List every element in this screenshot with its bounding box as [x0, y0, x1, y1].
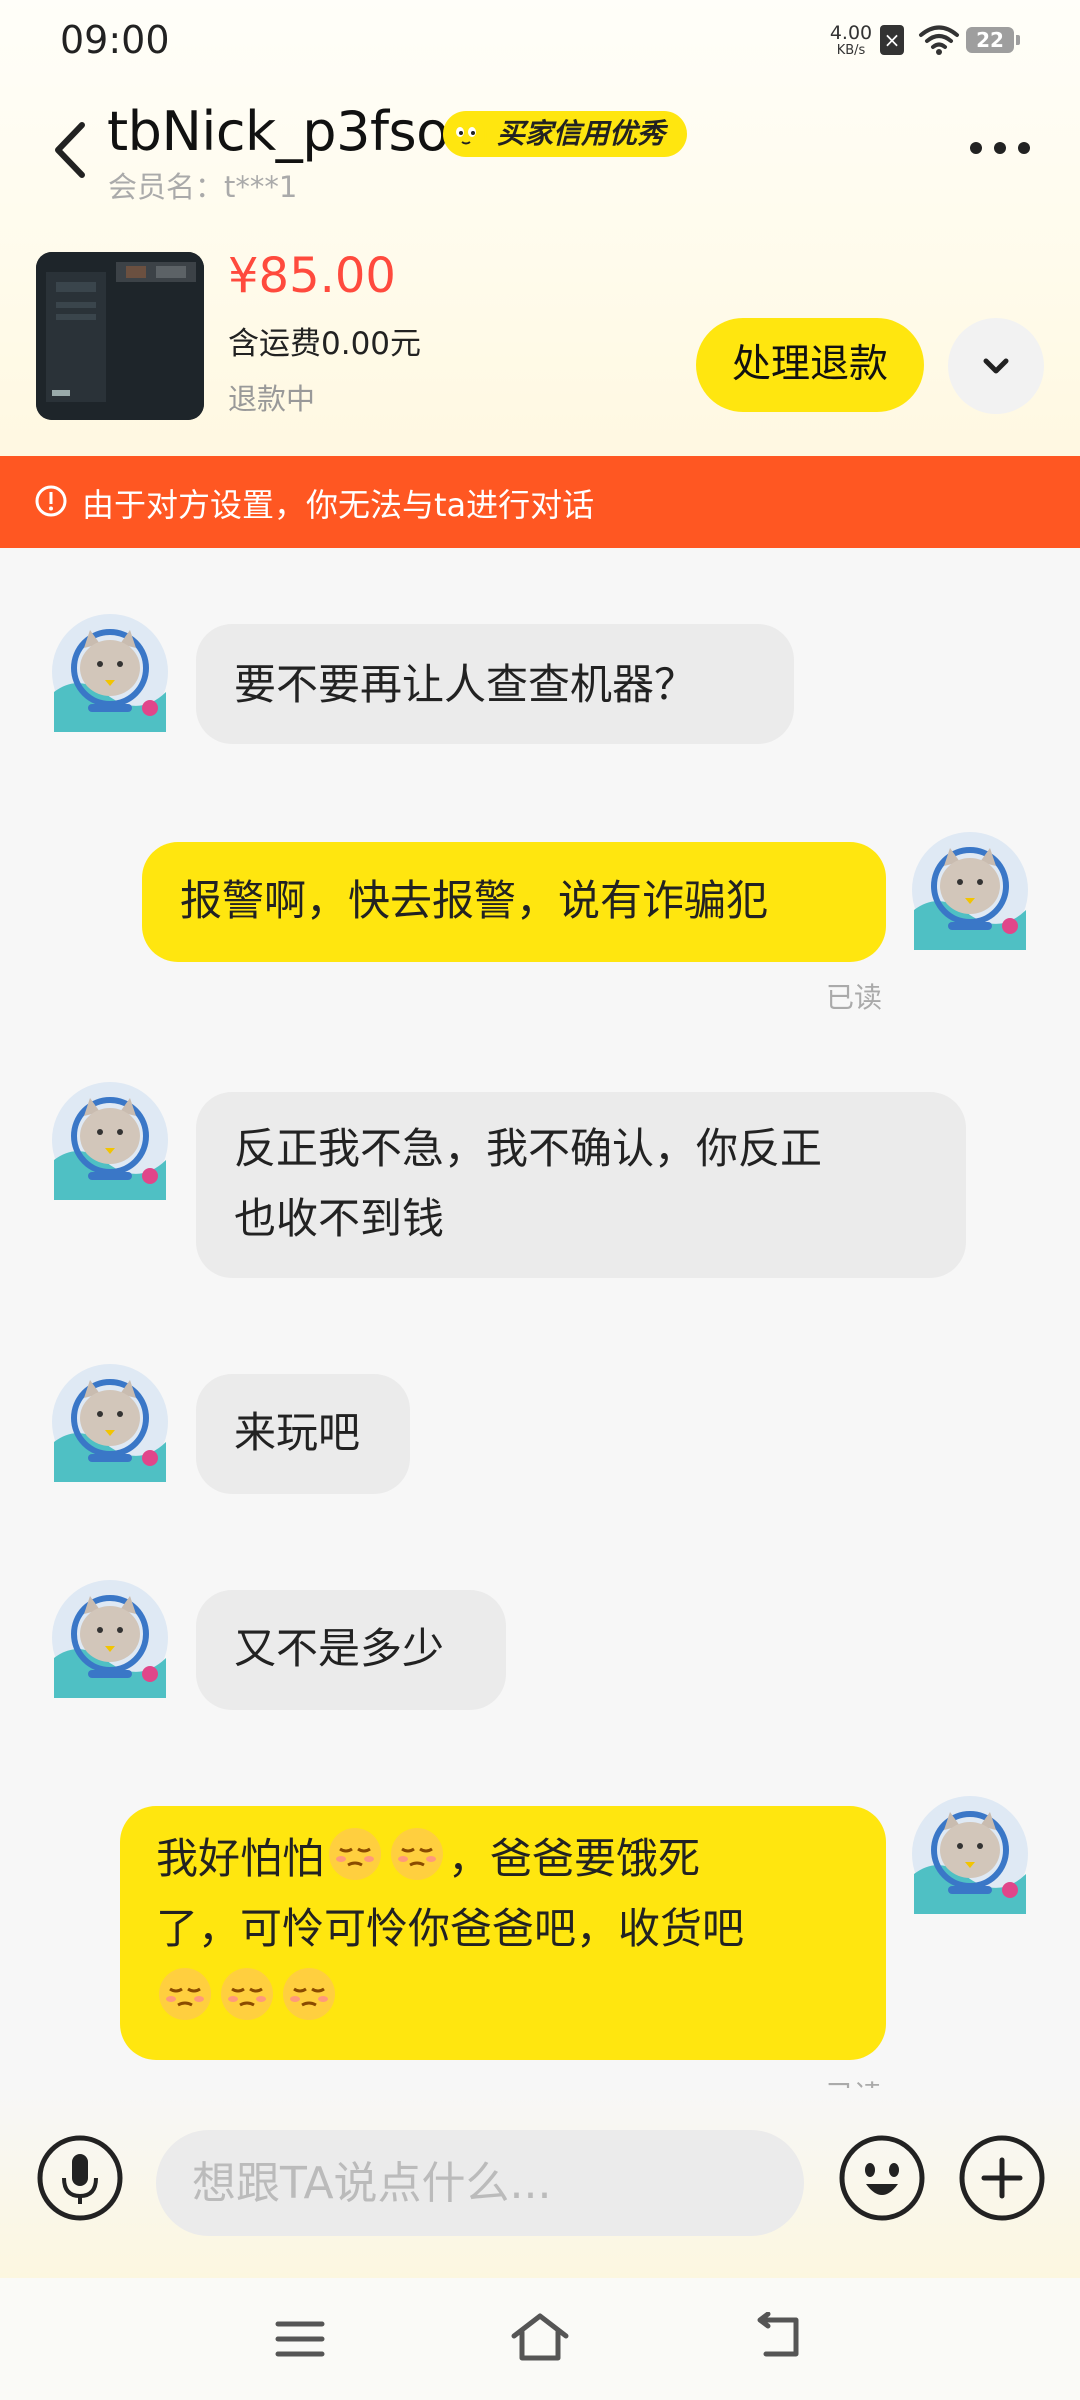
- warning-banner: 由于对方设置，你无法与ta进行对话: [0, 456, 1080, 548]
- message-text: ，爸爸要饿死: [448, 1834, 701, 1883]
- wifi-icon: [919, 25, 959, 55]
- network-speed-unit: KB/s: [836, 43, 866, 58]
- contact-avatar[interactable]: [50, 1080, 170, 1200]
- product-price: ¥85.00: [228, 248, 396, 304]
- shipping-fee: 含运费0.00元: [228, 326, 422, 362]
- refund-status: 退款中: [228, 382, 316, 416]
- microphone-icon: [37, 2135, 123, 2221]
- credit-badge: 买家信用优秀: [443, 111, 688, 157]
- message-text-line: 反正我不急，我不确认，你反正: [234, 1124, 823, 1173]
- message-text: 来玩吧: [234, 1408, 361, 1457]
- message-bubble-incoming[interactable]: 反正我不急，我不确认，你反正 也收不到钱: [196, 1092, 966, 1278]
- status-time: 09:00: [60, 18, 170, 62]
- back-nav-icon[interactable]: [752, 2312, 808, 2362]
- mascot-icon: [445, 113, 487, 155]
- emoji-button[interactable]: [838, 2134, 926, 2222]
- network-speed-value: 4.00: [829, 22, 873, 44]
- contact-avatar[interactable]: [50, 612, 170, 732]
- warning-icon: [35, 485, 67, 517]
- page-title: tbNick_p3fso: [107, 100, 449, 163]
- smiley-icon: [839, 2135, 925, 2221]
- relieved-face-emoji-icon: [391, 1828, 444, 1880]
- product-image: [36, 252, 204, 420]
- message-input[interactable]: [156, 2130, 804, 2236]
- message-text: 又不是多少: [234, 1624, 445, 1673]
- input-bar: [0, 2088, 1080, 2278]
- my-avatar[interactable]: [910, 830, 1030, 950]
- more-actions-button[interactable]: [958, 2134, 1046, 2222]
- message-bubble-outgoing[interactable]: 报警啊，快去报警，说有诈骗犯: [142, 842, 886, 962]
- my-avatar[interactable]: [910, 1794, 1030, 1914]
- network-speed: 4.00 KB/s: [826, 22, 876, 58]
- message-text: 报警啊，快去报警，说有诈骗犯: [180, 876, 769, 925]
- message-text: 我好怕怕: [156, 1834, 325, 1883]
- contact-avatar[interactable]: [50, 1578, 170, 1698]
- message-bubble-incoming[interactable]: 要不要再让人查查机器？: [196, 624, 794, 744]
- chevron-down-icon: [983, 358, 1009, 374]
- contact-avatar[interactable]: [50, 1362, 170, 1482]
- message-bubble-incoming[interactable]: 来玩吧: [196, 1374, 410, 1494]
- message-text-line: [156, 1964, 850, 2034]
- plus-icon: [959, 2135, 1045, 2221]
- back-button[interactable]: [46, 115, 96, 185]
- battery-icon: 22: [966, 27, 1020, 53]
- message-text-line: 也收不到钱: [234, 1194, 445, 1243]
- read-receipt: 已读: [826, 2074, 882, 2088]
- relieved-face-emoji-icon: [159, 1968, 211, 2020]
- home-icon[interactable]: [508, 2310, 572, 2364]
- more-button[interactable]: [966, 128, 1034, 168]
- relieved-face-emoji-icon: [283, 1968, 335, 2020]
- menu-icon[interactable]: [272, 2316, 328, 2362]
- relieved-face-emoji-icon: [221, 1968, 273, 2020]
- message-bubble-outgoing[interactable]: 我好怕怕 ，爸爸要饿死 了，可怜可怜你爸爸吧，收货吧: [120, 1806, 886, 2060]
- message-bubble-incoming[interactable]: 又不是多少: [196, 1590, 506, 1710]
- relieved-face-emoji-icon: [329, 1828, 382, 1880]
- product-thumbnail[interactable]: [36, 252, 204, 420]
- back-icon: [55, 122, 85, 178]
- warning-text: 由于对方设置，你无法与ta进行对话: [82, 486, 595, 524]
- message-text: 要不要再让人查查机器？: [234, 660, 697, 709]
- message-text-line: 了，可怜可怜你爸爸吧，收货吧: [156, 1904, 745, 1953]
- process-refund-button[interactable]: 处理退款: [696, 318, 924, 412]
- expand-order-button[interactable]: [948, 318, 1044, 414]
- chat-area[interactable]: 要不要再让人查查机器？ 报警啊，快去报警，说有诈骗犯 已读 反正我不急，我不确认…: [0, 548, 1080, 2088]
- member-name: 会员名：t***1: [108, 170, 298, 204]
- status-bar: 09:00 4.00 KB/s × 22: [0, 0, 1080, 84]
- voice-input-button[interactable]: [36, 2134, 124, 2222]
- no-sim-icon: ×: [880, 25, 904, 55]
- read-receipt: 已读: [826, 981, 883, 1014]
- credit-badge-label: 买家信用优秀: [497, 117, 666, 150]
- system-navigation-bar: [0, 2278, 1080, 2400]
- message-text-line: 我好怕怕 ，爸爸要饿死: [156, 1824, 850, 1894]
